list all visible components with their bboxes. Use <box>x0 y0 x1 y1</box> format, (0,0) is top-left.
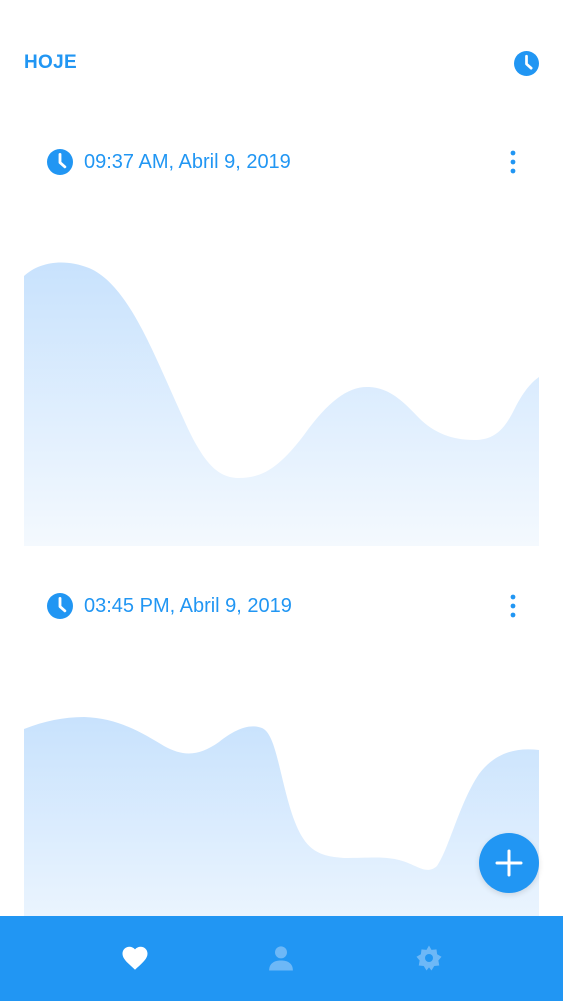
entry-wave-chart <box>24 262 539 546</box>
plus-icon <box>495 849 523 877</box>
clock-icon[interactable] <box>514 51 539 76</box>
clock-icon <box>47 593 73 619</box>
more-vertical-icon[interactable] <box>502 590 524 622</box>
bottom-navigation <box>0 916 563 1001</box>
page-title: HOJE <box>24 52 77 73</box>
person-icon[interactable] <box>266 943 296 973</box>
add-entry-button[interactable] <box>479 833 539 893</box>
settings-icon[interactable] <box>414 943 444 973</box>
entry-card: 09:37 AM, Abril 9, 2019 <box>24 142 539 546</box>
more-vertical-icon[interactable] <box>502 146 524 178</box>
heart-icon[interactable] <box>120 943 150 973</box>
entry-card: 03:45 PM, Abril 9, 2019 <box>24 586 539 916</box>
entry-header: 09:37 AM, Abril 9, 2019 <box>24 142 539 182</box>
entry-header: 03:45 PM, Abril 9, 2019 <box>24 586 539 626</box>
entry-wave-chart <box>24 717 539 916</box>
clock-icon <box>47 149 73 175</box>
entry-time: 03:45 PM, Abril 9, 2019 <box>84 595 292 617</box>
app-header: HOJE <box>0 0 563 120</box>
entry-time: 09:37 AM, Abril 9, 2019 <box>84 151 291 173</box>
